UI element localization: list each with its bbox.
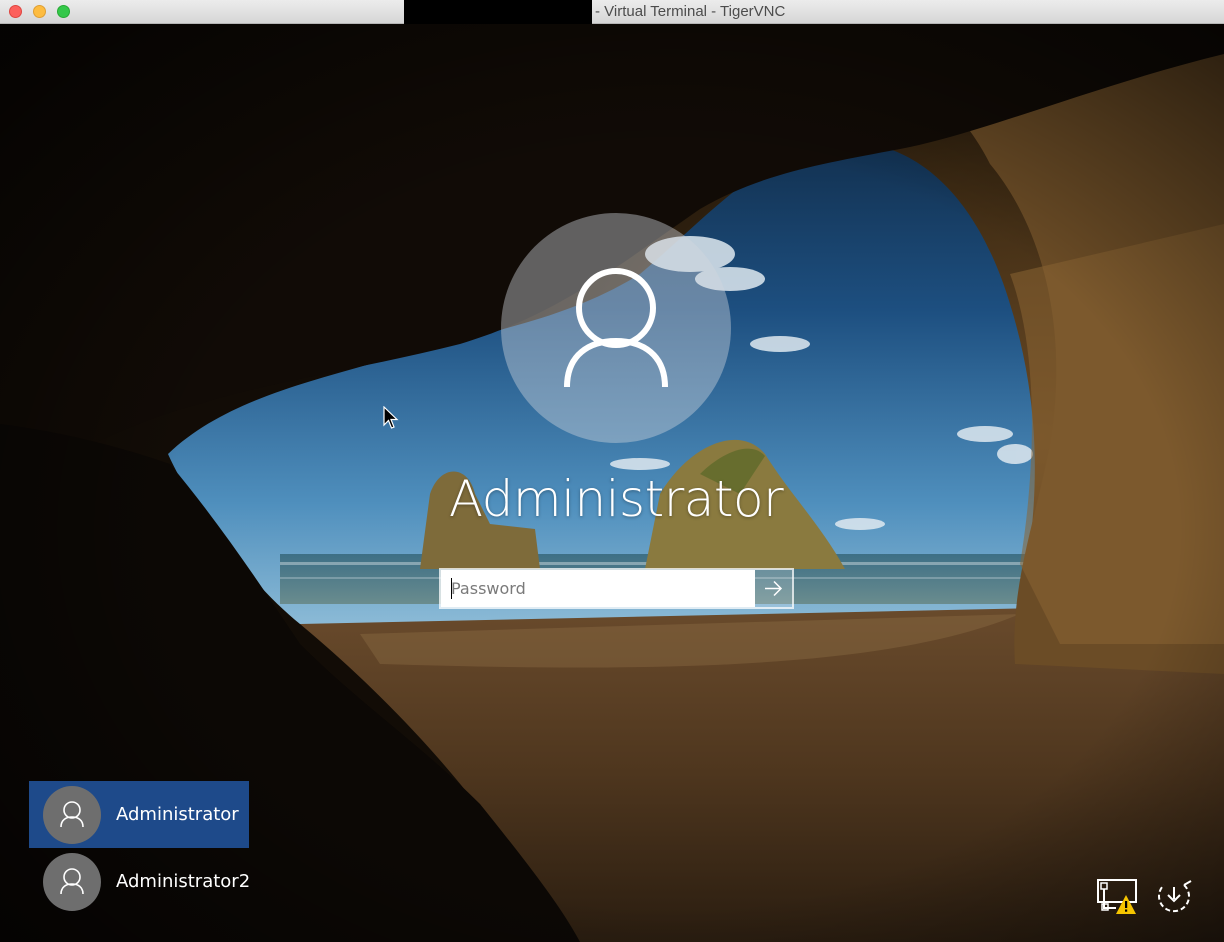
window-titlebar: - Virtual Terminal - TigerVNC: [0, 0, 1224, 24]
mouse-cursor-icon: [383, 406, 399, 429]
text-caret: [451, 578, 452, 599]
password-input[interactable]: [441, 570, 755, 607]
submit-password-button[interactable]: [755, 570, 792, 607]
close-window-button[interactable]: [9, 5, 22, 18]
login-username: Administrator: [448, 470, 784, 528]
window-title: - Virtual Terminal - TigerVNC: [595, 3, 786, 20]
redacted-host-name: [404, 0, 592, 24]
user-list-item-label: Administrator2: [116, 871, 251, 892]
user-list: Administrator Administrator2: [29, 781, 251, 915]
avatar: [43, 853, 101, 911]
user-avatar-large: [501, 213, 731, 443]
password-field-container: [439, 568, 794, 609]
zoom-window-button[interactable]: [57, 5, 70, 18]
remote-screen[interactable]: Administrator Administrator Administrato…: [0, 24, 1224, 942]
network-warning-icon: [1097, 879, 1137, 914]
minimize-window-button[interactable]: [33, 5, 46, 18]
power-button[interactable]: [1154, 877, 1194, 917]
network-status-button[interactable]: [1096, 878, 1138, 916]
user-list-item-administrator[interactable]: Administrator: [29, 781, 249, 848]
user-list-item-label: Administrator: [116, 804, 239, 825]
user-icon: [60, 801, 84, 828]
arrow-right-icon: [765, 580, 783, 597]
user-icon: [564, 268, 668, 388]
user-icon: [60, 868, 84, 895]
user-list-item-administrator2[interactable]: Administrator2: [29, 848, 251, 915]
power-icon: [1158, 880, 1192, 913]
avatar: [43, 786, 101, 844]
